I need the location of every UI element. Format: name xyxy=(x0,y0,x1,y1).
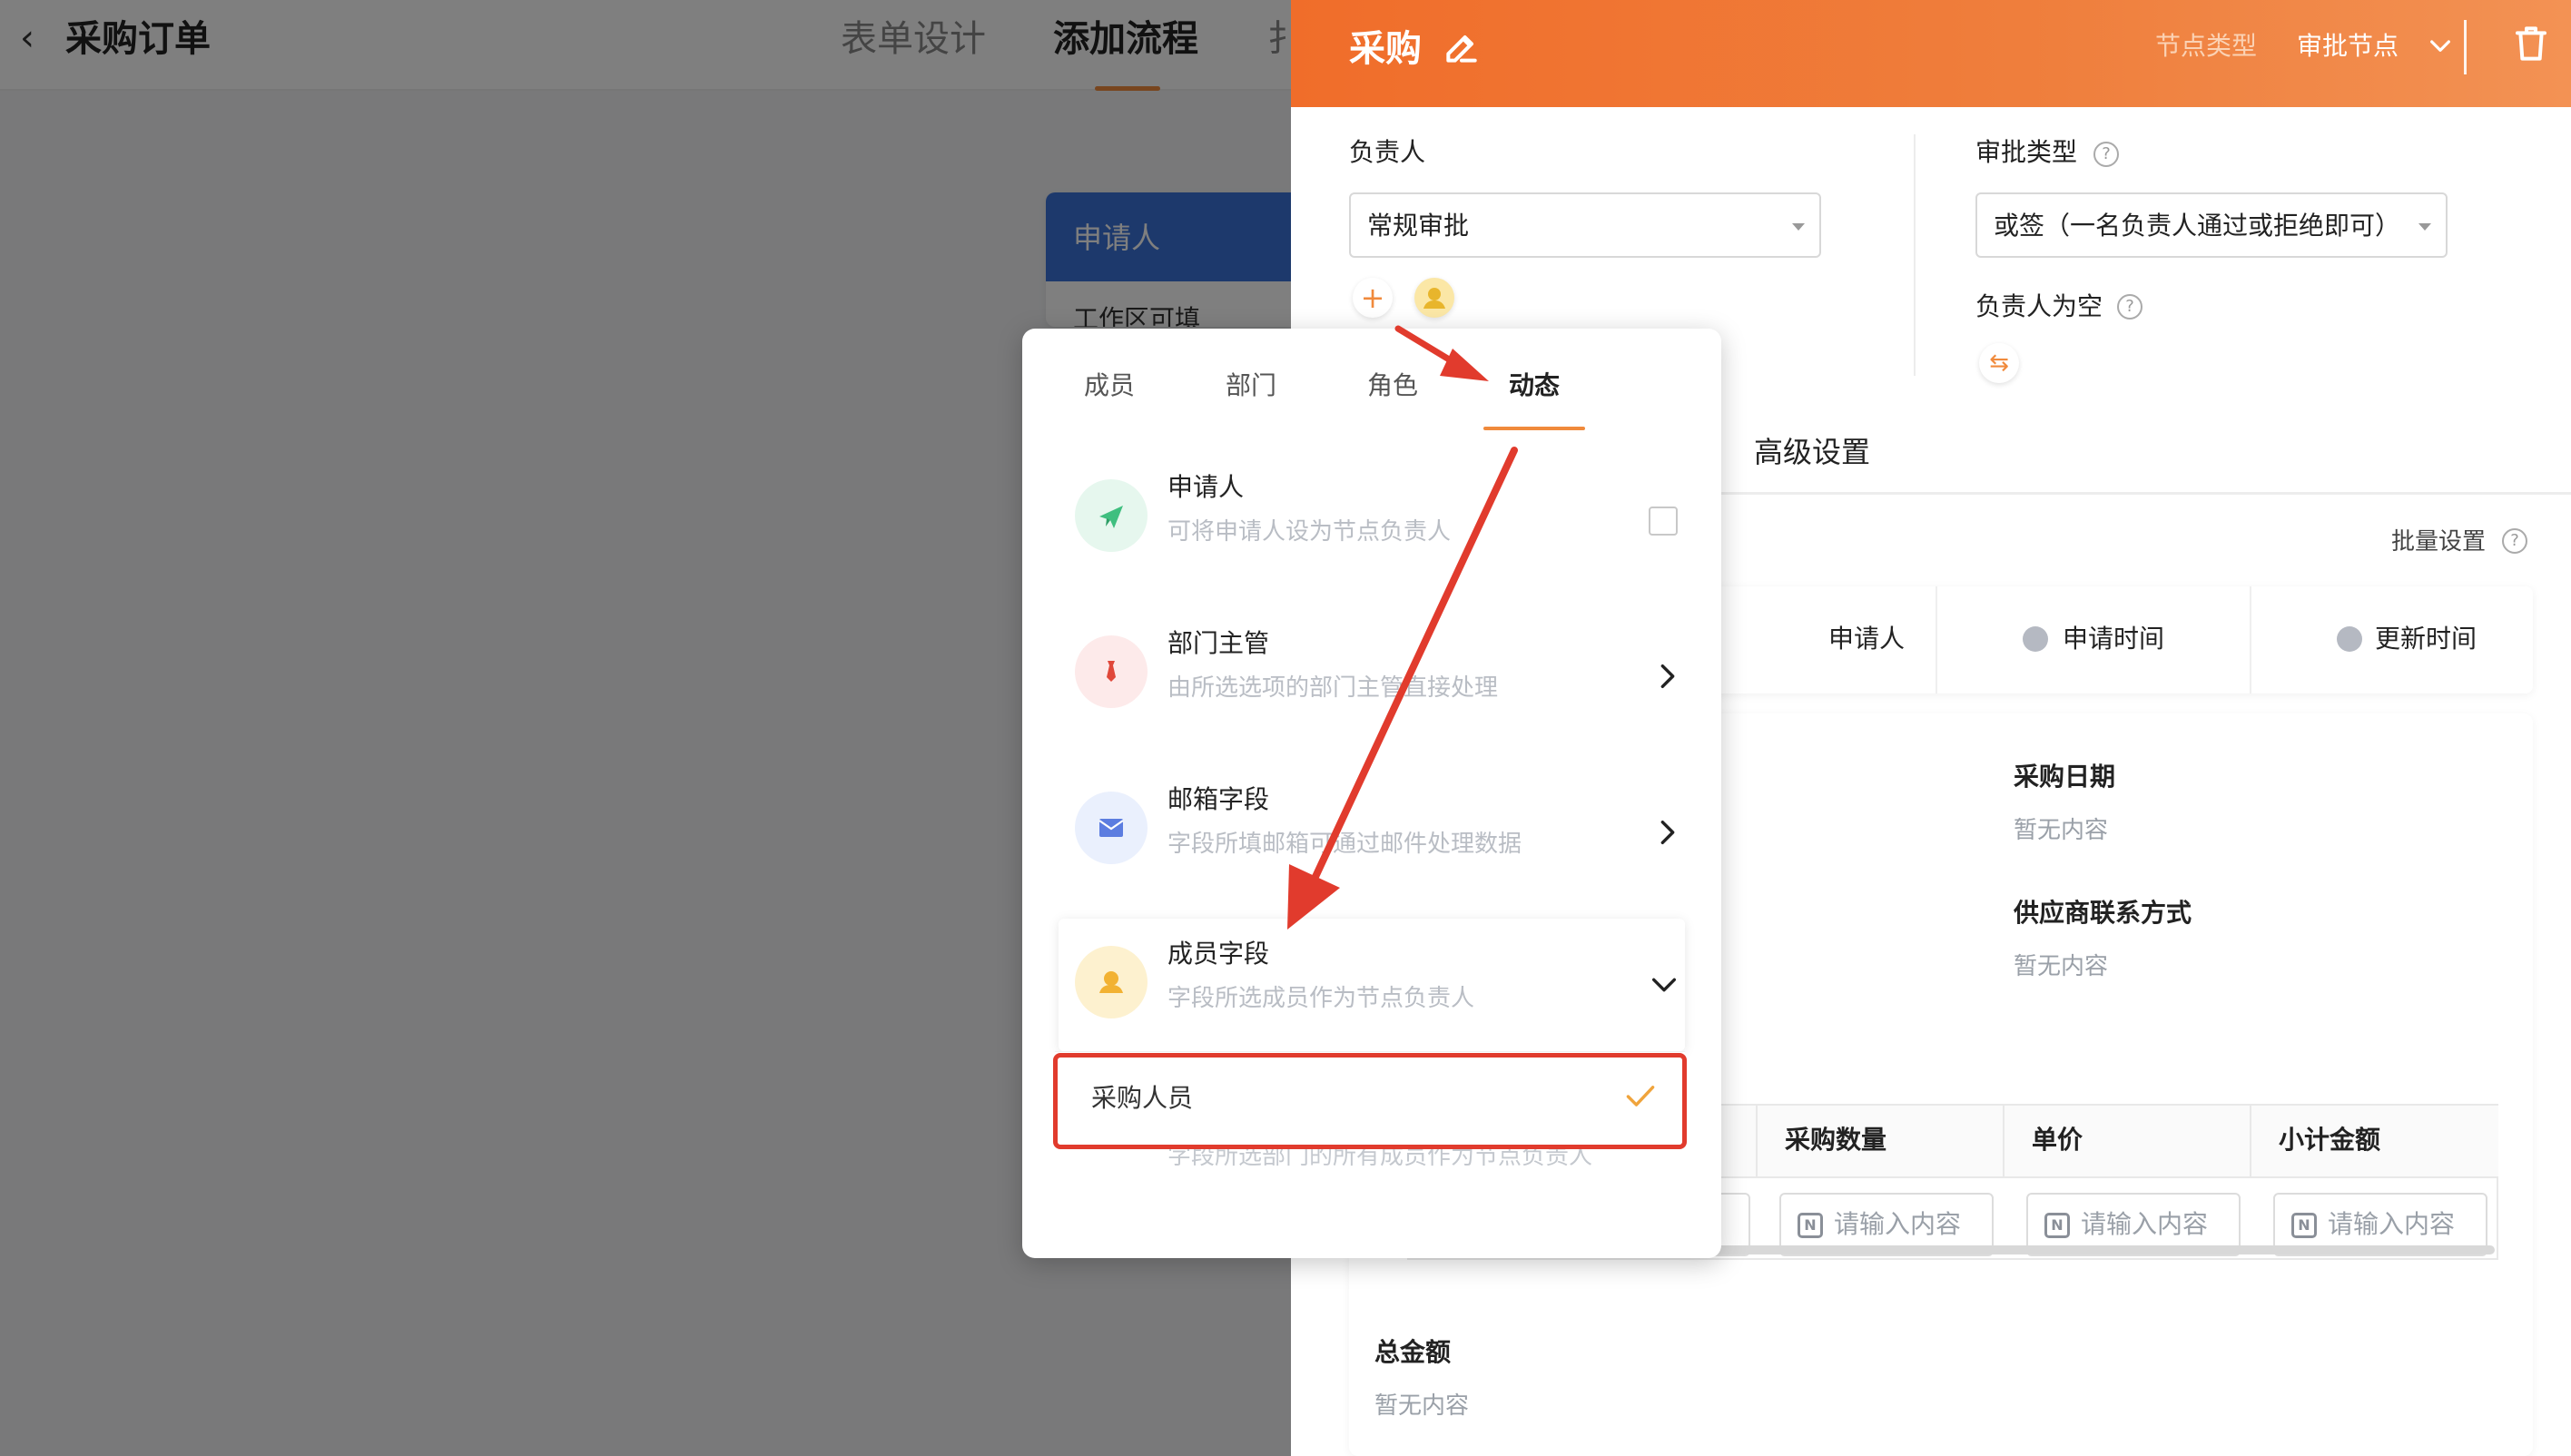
active-tab-indicator xyxy=(1483,427,1585,430)
help-icon[interactable]: ? xyxy=(2502,528,2527,554)
chevron-right-icon xyxy=(1660,820,1675,845)
option-title: 邮箱字段 xyxy=(1167,784,1270,814)
panel-header: 采购 节点类型 审批节点 xyxy=(1291,0,2571,107)
batch-settings-link[interactable]: 批量设置 xyxy=(2391,525,2486,559)
clock-icon xyxy=(2023,626,2048,652)
approval-type-select[interactable]: 或签（一名负责人通过或拒绝即可） xyxy=(1975,192,2448,258)
tab-departments[interactable]: 部门 xyxy=(1226,367,1276,405)
owner-select[interactable]: 常规审批 xyxy=(1349,192,1821,258)
section-divider xyxy=(1914,134,1916,376)
owner-select-value: 常规审批 xyxy=(1367,211,1470,241)
user-avatar-icon[interactable] xyxy=(1414,278,1454,318)
input-placeholder: 请输入内容 xyxy=(2081,1209,2209,1239)
node-type-select[interactable]: 审批节点 xyxy=(2297,27,2399,65)
option-desc: 字段所选成员作为节点负责人 xyxy=(1167,985,1475,1012)
sys-cell-apply-time[interactable]: 申请时间 xyxy=(1937,586,2251,694)
column-header: 单价 xyxy=(2005,1106,2251,1178)
help-icon[interactable]: ? xyxy=(2117,294,2142,320)
option-email-field[interactable]: 邮箱字段 字段所填邮箱可通过邮件处理数据 xyxy=(1059,764,1685,897)
tab-advanced-settings[interactable]: 高级设置 xyxy=(1754,430,1870,474)
purchase-date-value: 暂无内容 xyxy=(2014,817,2109,844)
sys-cell-update-time[interactable]: 更新时间 xyxy=(2251,586,2533,694)
number-field-icon: N xyxy=(2291,1213,2317,1238)
trash-icon[interactable] xyxy=(2513,22,2549,65)
node-type-label: 节点类型 xyxy=(2155,31,2258,61)
approval-type-label: 审批类型 xyxy=(1975,137,2078,167)
number-field-icon: N xyxy=(1798,1213,1823,1238)
help-icon[interactable]: ? xyxy=(2093,142,2119,167)
owner-empty-label: 负责人为空 xyxy=(1975,291,2103,321)
owner-label: 负责人 xyxy=(1349,137,1426,167)
caret-down-icon xyxy=(1792,223,1805,231)
option-member-field[interactable]: 成员字段 字段所选成员作为节点负责人 xyxy=(1059,919,1685,1051)
tie-icon xyxy=(1075,635,1148,708)
number-field-icon: N xyxy=(2044,1213,2070,1238)
update-clock-icon xyxy=(2337,626,2362,652)
header-divider xyxy=(2464,20,2467,74)
caret-down-icon xyxy=(2418,223,2431,231)
option-department-head[interactable]: 部门主管 由所选选项的部门主管直接处理 xyxy=(1059,608,1685,741)
swap-icon[interactable]: ⇆ xyxy=(1979,343,2019,383)
user-icon xyxy=(1075,946,1148,1018)
option-title: 部门主管 xyxy=(1167,628,1270,658)
mail-icon xyxy=(1075,792,1148,864)
column-header: 采购数量 xyxy=(1758,1106,2005,1178)
chevron-down-icon xyxy=(1651,978,1677,992)
highlight-box xyxy=(1053,1053,1687,1149)
send-icon xyxy=(1075,479,1148,552)
purchase-date-label: 采购日期 xyxy=(2014,762,2116,792)
add-owner-button[interactable]: + xyxy=(1353,278,1393,318)
sys-field-label: 更新时间 xyxy=(2375,624,2477,654)
option-title: 成员字段 xyxy=(1167,939,1270,969)
column-header: 小计金额 xyxy=(2251,1106,2498,1178)
supplier-contact-value: 暂无内容 xyxy=(2014,953,2109,980)
column-header-label: 采购数量 xyxy=(1785,1125,1887,1155)
column-header-label: 小计金额 xyxy=(2279,1125,2381,1155)
panel-title: 采购 xyxy=(1349,28,1422,70)
option-desc: 由所选选项的部门主管直接处理 xyxy=(1167,674,1499,702)
option-desc: 可将申请人设为节点负责人 xyxy=(1167,518,1452,546)
input-placeholder: 请输入内容 xyxy=(1834,1209,1962,1239)
total-amount-value: 暂无内容 xyxy=(1374,1392,1470,1420)
tab-dynamic[interactable]: 动态 xyxy=(1509,367,1560,405)
tab-roles[interactable]: 角色 xyxy=(1367,367,1418,405)
supplier-contact-label: 供应商联系方式 xyxy=(2014,898,2192,928)
option-applicant[interactable]: 申请人 可将申请人设为节点负责人 xyxy=(1059,452,1685,585)
option-title: 申请人 xyxy=(1167,472,1245,502)
sys-field-label: 申请时间 xyxy=(2063,624,2165,654)
sys-field-label: 申请人 xyxy=(1828,624,1906,654)
column-header-label: 单价 xyxy=(2032,1125,2083,1155)
total-amount-label: 总金额 xyxy=(1374,1337,1452,1367)
approval-type-value: 或签（一名负责人通过或拒绝即可） xyxy=(1994,211,2401,241)
tab-members[interactable]: 成员 xyxy=(1084,367,1135,405)
chevron-right-icon xyxy=(1660,664,1675,689)
edit-icon[interactable] xyxy=(1442,27,1482,67)
option-desc: 字段所填邮箱可通过邮件处理数据 xyxy=(1167,831,1522,858)
chevron-down-icon[interactable] xyxy=(2426,31,2455,60)
applicant-checkbox[interactable] xyxy=(1649,507,1678,536)
input-placeholder: 请输入内容 xyxy=(2328,1209,2456,1239)
